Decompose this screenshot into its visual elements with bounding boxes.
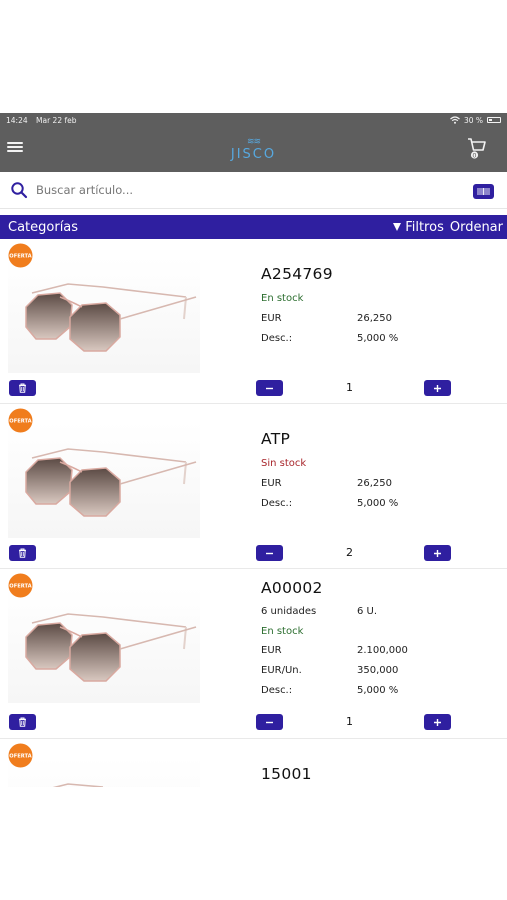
minus-icon [266, 721, 273, 723]
filters-label: Filtros [405, 219, 444, 235]
decrease-quantity-button[interactable] [256, 545, 283, 561]
product-list: OFERTA A254769 En stock EUR 26,250 Desc.… [0, 239, 507, 787]
app-screen: 14:24 Mar 22 feb 30 % ≋≋ JISCO 0 Buscar … [0, 113, 507, 787]
units-label: 6 unidades [261, 606, 317, 617]
status-left: 14:24 Mar 22 feb [6, 116, 83, 125]
discount-value: 5,000 % [357, 685, 399, 696]
sunglasses-image [52, 783, 104, 787]
categories-button[interactable]: Categorías [8, 220, 78, 235]
filter-actions: Filtros Ordenar [393, 220, 503, 235]
decrease-quantity-button[interactable] [256, 714, 283, 730]
barcode-icon [477, 188, 490, 195]
status-right: 30 % [450, 116, 501, 125]
price-value: 2.100,000 [357, 645, 408, 656]
trash-icon [19, 548, 26, 558]
search-bar [0, 172, 507, 209]
discount-label: Desc.: [261, 685, 293, 696]
brand-logo: ≋≋ JISCO [230, 136, 277, 162]
increase-quantity-button[interactable] [424, 714, 451, 730]
product-card[interactable]: OFERTA A00002 6 unidades 6 U. En stock E… [0, 569, 507, 739]
discount-value: 5,000 % [357, 498, 399, 509]
price-value: 26,250 [357, 478, 392, 489]
status-bar: 14:24 Mar 22 feb 30 % [0, 113, 507, 127]
battery-percent: 30 % [463, 115, 483, 125]
product-sku: A254769 [261, 265, 333, 283]
product-sku: 15001 [261, 765, 312, 783]
product-image [8, 422, 200, 538]
delete-button[interactable] [9, 545, 36, 561]
discount-label: Desc.: [261, 333, 293, 344]
offer-badge-icon: OFERTA [8, 743, 33, 768]
stock-status: En stock [261, 293, 304, 304]
logo-text: JISCO [230, 146, 277, 162]
discount-label: Desc.: [261, 498, 293, 509]
search-input[interactable] [36, 183, 436, 197]
battery-icon [487, 117, 501, 123]
search-icon [11, 182, 28, 199]
minus-icon [266, 552, 273, 554]
quantity-value[interactable]: 2 [346, 546, 353, 559]
product-card[interactable]: OFERTA 15001 [0, 739, 507, 787]
status-date: Mar 22 feb [36, 115, 77, 125]
filter-icon [393, 223, 402, 231]
product-card[interactable]: OFERTA A254769 En stock EUR 26,250 Desc.… [0, 239, 507, 404]
product-image [8, 257, 200, 373]
price-label: EUR [261, 313, 282, 324]
filters-button[interactable]: Filtros [393, 220, 444, 235]
offer-badge-label: OFERTA [9, 583, 31, 589]
plus-icon [434, 384, 441, 392]
logo-mark: ≋≋ [246, 136, 261, 147]
plus-icon [434, 718, 441, 726]
product-image [8, 587, 200, 703]
minus-icon [266, 387, 273, 389]
price-label: EUR [261, 478, 282, 489]
offer-badge-icon: OFERTA [8, 408, 33, 433]
sunglasses-image [25, 283, 197, 352]
price-value: 26,250 [357, 313, 392, 324]
stock-status: Sin stock [261, 458, 307, 469]
trash-icon [19, 717, 26, 727]
decrease-quantity-button[interactable] [256, 380, 283, 396]
sunglasses-image [25, 613, 197, 682]
price-label: EUR [261, 645, 282, 656]
filter-bar: Categorías Filtros Ordenar [0, 215, 507, 239]
barcode-scan-button[interactable] [473, 184, 494, 199]
offer-badge-icon: OFERTA [8, 573, 33, 598]
trash-icon [19, 383, 26, 393]
offer-badge-icon: OFERTA [8, 243, 33, 268]
hamburger-menu-icon[interactable] [7, 140, 23, 154]
units-value: 6 U. [357, 606, 378, 617]
offer-badge-label: OFERTA [9, 753, 31, 759]
product-sku: ATP [261, 430, 291, 448]
sunglasses-image [25, 448, 197, 517]
unit-price-value: 350,000 [357, 665, 399, 676]
unit-price-label: EUR/Un. [261, 665, 302, 676]
delete-button[interactable] [9, 380, 36, 396]
product-sku: A00002 [261, 579, 323, 597]
stock-status: En stock [261, 626, 304, 637]
delete-button[interactable] [9, 714, 36, 730]
offer-badge-label: OFERTA [9, 418, 31, 424]
discount-value: 5,000 % [357, 333, 399, 344]
cart-icon[interactable]: 0 [465, 136, 487, 160]
cart-count: 0 [472, 152, 476, 160]
plus-icon [434, 549, 441, 557]
order-button[interactable]: Ordenar [450, 220, 503, 235]
increase-quantity-button[interactable] [424, 380, 451, 396]
app-header: ≋≋ JISCO 0 [0, 127, 507, 172]
product-image [8, 757, 200, 787]
quantity-value[interactable]: 1 [346, 715, 353, 728]
wifi-icon [450, 116, 460, 124]
offer-badge-label: OFERTA [9, 253, 31, 259]
increase-quantity-button[interactable] [424, 545, 451, 561]
status-time: 14:24 [6, 115, 28, 125]
product-card[interactable]: OFERTA ATP Sin stock EUR 26,250 Desc.: 5… [0, 404, 507, 569]
quantity-value[interactable]: 1 [346, 381, 353, 394]
